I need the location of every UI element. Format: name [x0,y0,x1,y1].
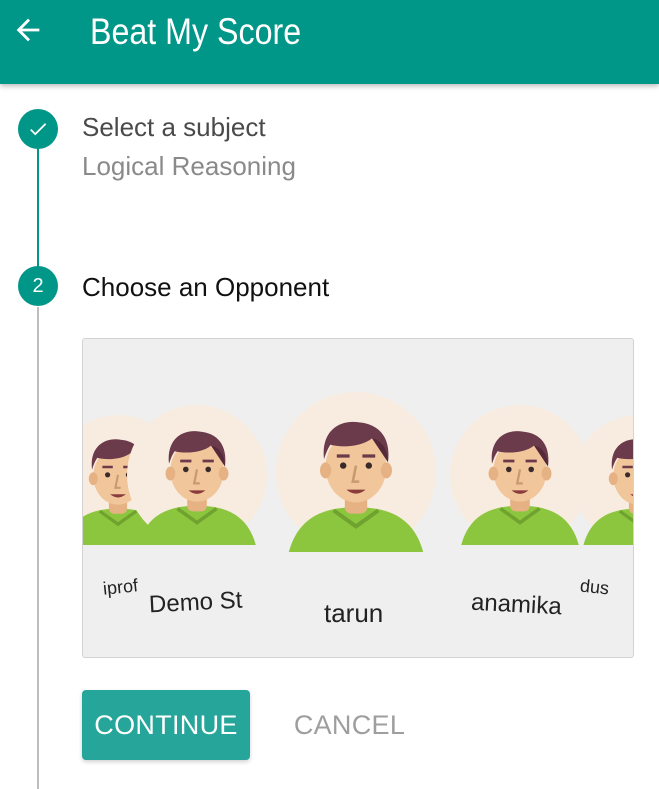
step-1-value: Logical Reasoning [82,151,296,181]
page-title: Beat My Score [90,11,302,52]
avatar-icon [276,391,436,553]
opponent-name-dus[interactable]: dus [579,576,610,600]
step-2-title: Choose an Opponent [82,272,330,302]
app-bar: Beat My Score [0,0,659,84]
step-1-title[interactable]: Select a subject [82,112,266,143]
step-connector-1 [37,148,39,270]
avatar-icon [450,401,590,549]
arrow-back-icon [16,18,40,42]
step-2-indicator: 2 [18,266,58,306]
opponent-name-demo-st[interactable]: Demo St [148,587,243,620]
opponent-name-tarun[interactable]: tarun [324,598,383,629]
avatar-icon [127,401,267,549]
opponent-avatar-demo-st[interactable] [127,401,267,549]
opponent-name-anamika[interactable]: anamika [470,589,562,622]
opponent-avatar-tarun[interactable] [276,391,436,553]
step-1-indicator[interactable] [18,109,58,149]
opponent-avatar-anamika[interactable] [450,401,590,549]
opponent-carousel[interactable]: iprof Demo St tarun anamika dus [82,338,634,658]
continue-button[interactable]: CONTINUE [82,690,250,760]
step-connector-2 [37,307,39,789]
opponent-name-iprof[interactable]: iprof [102,575,139,600]
back-button[interactable] [4,8,52,52]
check-icon [30,123,47,136]
cancel-button[interactable]: CANCEL [272,690,427,760]
